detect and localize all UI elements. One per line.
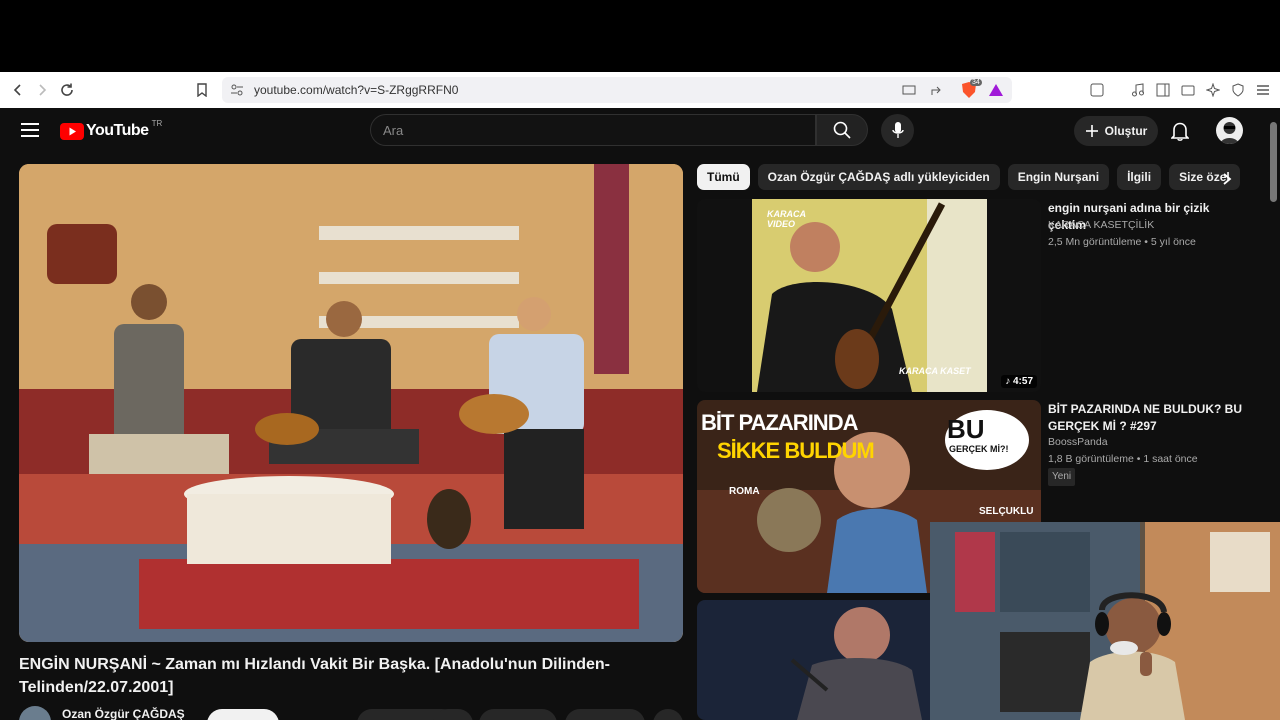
hamburger-menu-icon[interactable] (21, 123, 39, 142)
webcam-overlay (930, 522, 1280, 720)
page-scrollbar[interactable] (1270, 122, 1277, 202)
thumbnail-image (697, 199, 1041, 392)
recommendation-title[interactable]: BİT PAZARINDA NE BULDUK? BU GERÇEK Mİ ? … (1048, 401, 1248, 435)
video-title: ENGİN NURŞANİ ~ Zaman mı Hızlandı Vakit … (19, 656, 610, 696)
wallet-icon[interactable] (1181, 83, 1195, 102)
recommendation-meta: 2,5 Mn görüntüleme • 5 yıl önce (1048, 236, 1196, 248)
chip-engin-nursani[interactable]: Engin Nurşani (1007, 164, 1110, 190)
share-button[interactable] (433, 709, 473, 720)
top-black-bar (0, 0, 1280, 72)
search-icon (833, 121, 851, 139)
menu-icon[interactable] (1256, 83, 1270, 102)
plus-icon (1085, 125, 1098, 137)
thumb-line-2: SİKKE BULDUM (717, 438, 875, 463)
subscribe-button[interactable] (207, 709, 279, 720)
masthead: YouTube TR Ara Oluştur (0, 108, 1280, 154)
recommendation-thumbnail[interactable]: KARACA VIDEO KARACA KASET ♪ 4:57 (697, 199, 1041, 392)
avatar[interactable] (1216, 117, 1243, 144)
channel-name[interactable]: Ozan Özgür ÇAĞDAŞ (62, 707, 185, 720)
chip-related[interactable]: İlgili (1117, 164, 1162, 190)
thumb-bubble-2: GERÇEK Mİ?! (949, 444, 1009, 454)
address-bar[interactable]: youtube.com/watch?v=S-ZRggRRFN0 34 (222, 77, 1012, 103)
filter-chips: Tümü Ozan Özgür ÇAĞDAŞ adlı yükleyiciden… (697, 164, 1240, 190)
thumb-bubble-1: BU (947, 414, 985, 444)
music-icon[interactable] (1131, 83, 1145, 102)
chips-next-arrow-icon[interactable] (1222, 172, 1232, 191)
leo-ai-icon[interactable] (1205, 82, 1221, 102)
webcam-image (930, 522, 1280, 720)
reload-icon[interactable] (55, 78, 79, 102)
duration-badge: ♪ 4:57 (1001, 375, 1037, 388)
recommendation-channel[interactable]: BoossPanda (1048, 434, 1108, 450)
notifications-bell-icon[interactable] (1170, 121, 1190, 146)
search-input[interactable]: Ara (370, 114, 816, 146)
create-button[interactable]: Oluştur (1074, 116, 1158, 146)
create-label: Oluştur (1104, 124, 1148, 138)
search-placeholder: Ara (383, 122, 404, 138)
new-badge-wrap: Yeni (1048, 468, 1076, 486)
recommendation-meta: 1,8 B görüntüleme • 1 saat önce (1048, 453, 1198, 465)
back-icon[interactable] (6, 78, 30, 102)
more-actions-button[interactable] (653, 709, 683, 720)
brave-rewards-icon[interactable] (988, 82, 1004, 103)
channel-row: Ozan Özgür ÇAĞDAŞ (19, 706, 683, 720)
forward-icon[interactable] (30, 78, 54, 102)
bookmark-icon[interactable] (190, 78, 214, 102)
microphone-icon (891, 122, 904, 138)
reader-mode-icon[interactable] (1090, 83, 1104, 102)
thumb-line-1: BİT PAZARINDA (701, 410, 858, 435)
logo-text: YouTube (86, 122, 149, 139)
site-settings-icon[interactable] (230, 83, 244, 102)
thumb-label-left: ROMA (729, 486, 760, 497)
share-icon[interactable] (930, 83, 944, 102)
video-player[interactable] (19, 164, 683, 642)
url-text: youtube.com/watch?v=S-ZRggRRFN0 (254, 83, 459, 97)
search-button[interactable] (816, 114, 868, 146)
channel-avatar[interactable] (19, 706, 51, 720)
save-button[interactable] (565, 709, 645, 720)
duration-text: 4:57 (1012, 376, 1033, 387)
youtube-logo[interactable]: YouTube TR (60, 118, 163, 140)
recommendation-item[interactable]: KARACA VIDEO KARACA KASET ♪ 4:57 engin n… (697, 199, 1257, 392)
youtube-page: YouTube TR Ara Oluştur Tümü Ozan Özgür Ç… (0, 108, 1280, 720)
clip-button[interactable] (479, 709, 557, 720)
cast-icon[interactable] (902, 83, 916, 102)
new-badge: Yeni (1048, 468, 1076, 486)
voice-search-button[interactable] (881, 114, 914, 147)
shield-count-badge: 34 (970, 79, 982, 86)
youtube-play-icon (60, 122, 84, 140)
chip-all[interactable]: Tümü (697, 164, 750, 190)
sidebar-icon[interactable] (1156, 83, 1170, 102)
vpn-icon[interactable] (1231, 83, 1245, 102)
thumb-overlay-top: KARACA VIDEO (767, 209, 806, 229)
browser-toolbar: youtube.com/watch?v=S-ZRggRRFN0 34 (0, 72, 1280, 108)
chip-from-uploader[interactable]: Ozan Özgür ÇAĞDAŞ adlı yükleyiciden (757, 164, 1000, 190)
recommendation-channel[interactable]: KARACA KASETÇİLİK (1048, 217, 1154, 233)
country-code: TR (151, 118, 163, 128)
thumb-label-right: SELÇUKLU (979, 506, 1034, 517)
thumb-overlay-bottom: KARACA KASET (899, 366, 971, 376)
video-frame (19, 164, 683, 642)
